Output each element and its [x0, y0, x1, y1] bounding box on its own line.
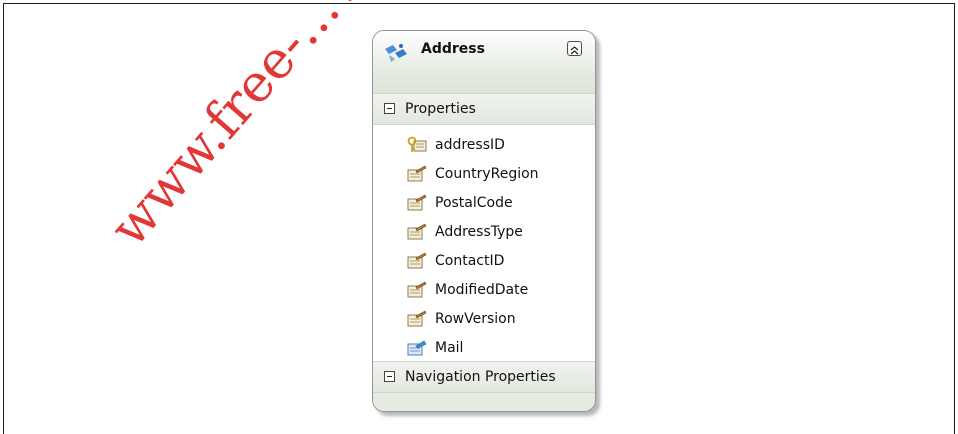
complex-property-icon: [407, 340, 427, 356]
property-item[interactable]: ContactID: [407, 249, 587, 275]
property-icon: [407, 165, 427, 182]
property-name: ContactID: [435, 253, 505, 269]
property-item[interactable]: Mail: [407, 336, 587, 362]
section-label-properties: Properties: [405, 101, 476, 117]
property-name: AddressType: [435, 224, 523, 240]
entity-footer: [373, 393, 595, 411]
section-label-navigation-properties: Navigation Properties: [405, 369, 556, 385]
collapse-button[interactable]: [567, 41, 582, 56]
property-item[interactable]: addressID: [407, 133, 587, 159]
collapse-minus-icon[interactable]: [384, 103, 395, 114]
watermark: www.free-...vn: [99, 0, 394, 259]
entity-title: Address: [421, 41, 485, 57]
property-item[interactable]: ModifiedDate: [407, 278, 587, 304]
property-name: PostalCode: [435, 195, 513, 211]
property-item[interactable]: PostalCode: [407, 191, 587, 217]
property-icon: [407, 281, 427, 298]
property-icon: [407, 310, 427, 327]
property-name: CountryRegion: [435, 166, 539, 182]
property-name: Mail: [435, 340, 464, 356]
collapse-minus-icon[interactable]: [384, 371, 395, 382]
section-properties[interactable]: Properties: [373, 93, 595, 125]
key-property-icon: [407, 136, 427, 152]
entity-type-icon: [385, 44, 407, 62]
entity-address[interactable]: Address Properties addressID CountryRegi…: [372, 30, 596, 412]
property-item[interactable]: RowVersion: [407, 307, 587, 333]
property-name: RowVersion: [435, 311, 516, 327]
entity-header[interactable]: Address: [373, 31, 595, 94]
property-icon: [407, 252, 427, 269]
chevron-double-up-icon: [570, 46, 579, 55]
property-icon: [407, 194, 427, 211]
property-item[interactable]: AddressType: [407, 220, 587, 246]
property-icon: [407, 223, 427, 240]
property-name: ModifiedDate: [435, 282, 529, 298]
properties-list: addressID CountryRegion PostalCode Addre…: [373, 125, 595, 361]
designer-canvas[interactable]: Address Properties addressID CountryRegi…: [3, 0, 955, 434]
property-item[interactable]: CountryRegion: [407, 162, 587, 188]
property-name: addressID: [435, 137, 505, 153]
section-navigation-properties[interactable]: Navigation Properties: [373, 361, 595, 393]
